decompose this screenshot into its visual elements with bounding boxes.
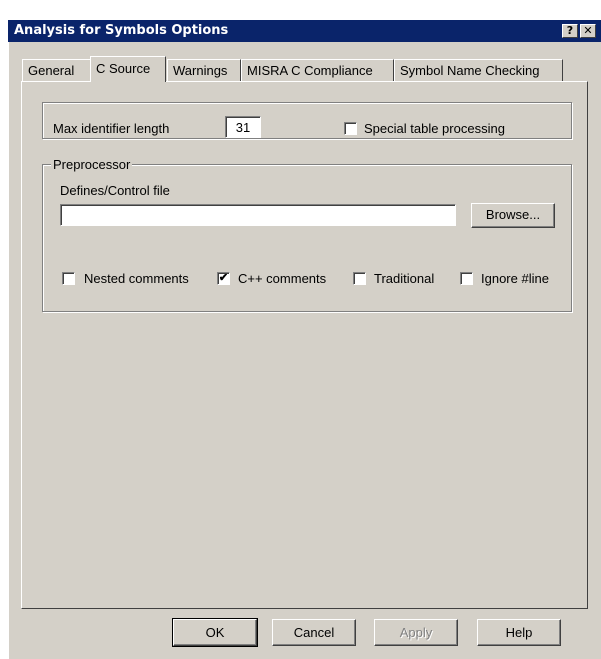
nested-comments-checkbox[interactable] [62,272,75,285]
tab-label: C Source [96,61,151,76]
tab-general[interactable]: General [22,59,91,81]
ok-button-label: OK [205,625,225,640]
tab-warnings[interactable]: Warnings [167,59,241,81]
tab-label: General [28,63,75,78]
traditional-label: Traditional [374,271,435,286]
cancel-button-label: Cancel [293,625,335,640]
tab-c-source[interactable]: C Source [90,56,166,82]
browse-button-label: Browse... [485,207,541,222]
defines-control-file-label: Defines/Control file [60,183,170,198]
nested-comments-label: Nested comments [84,271,189,286]
help-button-label: Help [505,625,533,640]
tab-label: Symbol Name Checking [400,63,540,78]
window-title: Analysis for Symbols Options [14,23,229,38]
traditional-checkbox[interactable] [353,272,366,285]
preprocessor-group-label: Preprocessor [51,157,133,172]
apply-button-label: Apply [399,625,433,640]
defines-control-file-input[interactable] [60,204,456,226]
tab-symbol-name-checking[interactable]: Symbol Name Checking [394,59,563,81]
special-table-label: Special table processing [364,121,505,136]
close-icon[interactable]: ✕ [580,24,596,38]
tab-panel-c-source: Max identifier length Special table proc… [21,81,588,609]
tab-misra-c-compliance[interactable]: MISRA C Compliance [241,59,394,81]
cancel-button[interactable]: Cancel [272,619,356,646]
browse-button[interactable]: Browse... [471,203,555,228]
title-bar: Analysis for Symbols Options ? ✕ [8,20,601,42]
help-button[interactable]: Help [477,619,561,646]
ignore-line-label: Ignore #line [481,271,549,286]
check-icon: ✔ [218,272,229,284]
help-question-button[interactable]: ? [562,24,578,38]
cpp-comments-checkbox[interactable]: ✔ [217,272,230,285]
ok-button[interactable]: OK [172,618,258,647]
ignore-line-checkbox[interactable] [460,272,473,285]
max-identifier-input[interactable] [225,116,261,138]
special-table-checkbox[interactable] [344,122,357,135]
cpp-comments-label: C++ comments [238,271,327,286]
max-identifier-label: Max identifier length [53,121,170,136]
tab-label: MISRA C Compliance [247,63,373,78]
apply-button[interactable]: Apply [374,619,458,646]
tab-label: Warnings [173,63,228,78]
